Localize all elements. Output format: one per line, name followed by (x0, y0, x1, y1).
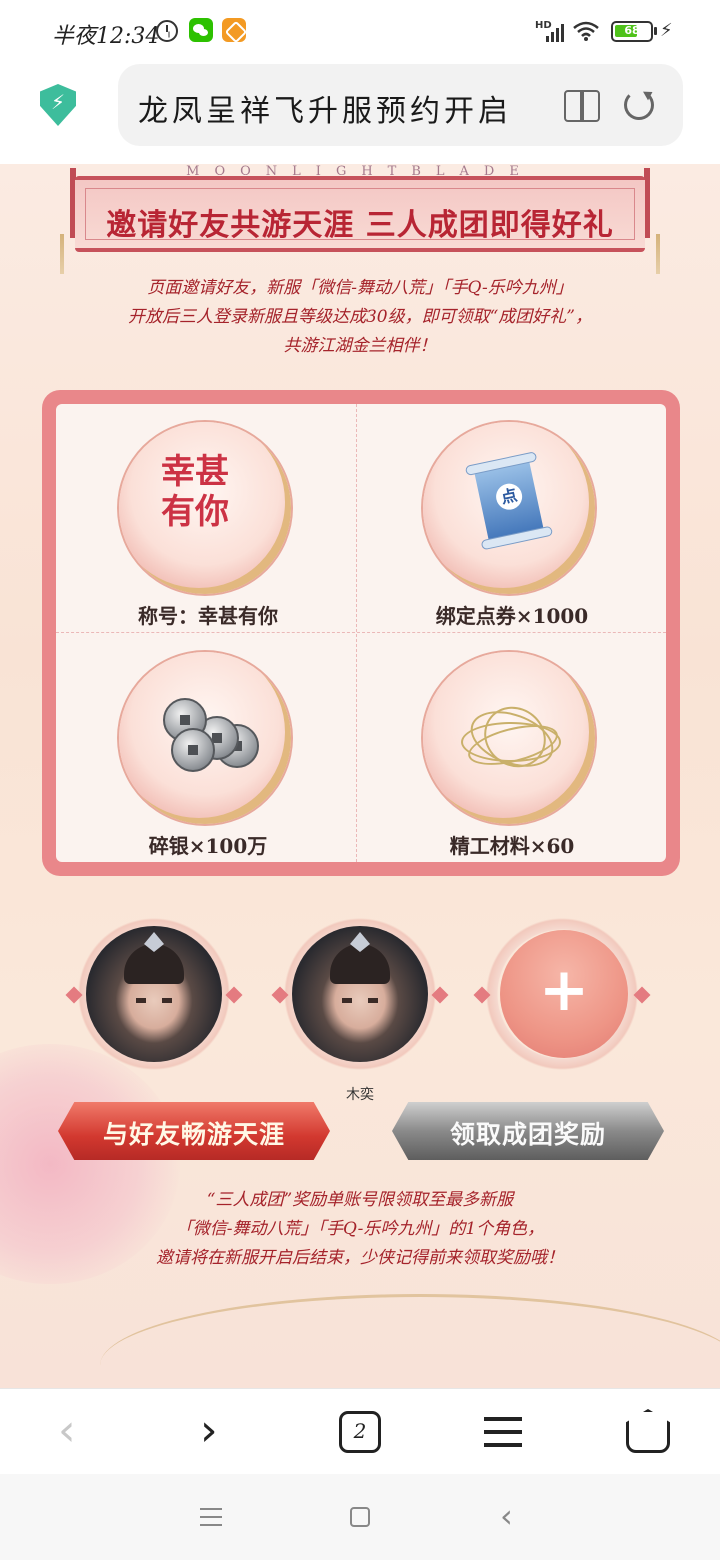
member-name: 木奕 (346, 1087, 374, 1103)
add-member-icon[interactable] (500, 930, 628, 1058)
reward-grid: 幸甚 有你 称号：幸甚有你 点 绑定点券×1000 碎银×100万 精工材料×6… (56, 404, 666, 862)
battery-level: 68 (624, 24, 640, 37)
seal-line: 有你 (161, 492, 229, 532)
clock-time: 半夜12:34 (52, 24, 160, 49)
reader-mode-icon[interactable] (564, 90, 600, 122)
wechat-notification-icon (189, 18, 213, 42)
tabs-button[interactable]: 2 (339, 1411, 381, 1453)
team-slot-1[interactable] (74, 914, 234, 1074)
url-field[interactable]: 龙凤呈祥飞升服预约开启 (118, 64, 683, 146)
reward-title: 幸甚 有你 称号：幸甚有你 (56, 404, 360, 632)
silver-coins-icon (119, 652, 291, 824)
intro-line: 开放后三人登录新服且等级达成30级，即可领取“成团好礼”， (127, 307, 592, 327)
reward-label: 称号：幸甚有你 (138, 604, 278, 628)
browser-address-bar: 龙凤呈祥飞升服预约开启 (0, 64, 720, 164)
wifi-icon (573, 21, 599, 41)
material-rope-icon (423, 652, 595, 824)
tassel-left (60, 234, 64, 274)
banner-title: 邀请好友共游天涯 三人成团即得好礼 (106, 208, 614, 243)
reload-icon[interactable] (624, 90, 654, 120)
seal-text: 幸甚 有你 (161, 452, 251, 562)
coupon-scroll-icon: 点 (423, 422, 595, 594)
claim-button-label: 领取成团奖励 (449, 1120, 606, 1149)
intro-text: 页面邀请好友，新服「微信-舞动八荒」「手Q-乐吟九州」 开放后三人登录新服且等级… (60, 274, 660, 361)
reward-panel: 幸甚 有你 称号：幸甚有你 点 绑定点券×1000 碎银×100万 精工材料×6… (42, 390, 680, 876)
grid-divider-horizontal (56, 632, 666, 633)
forward-icon[interactable]: › (200, 1409, 218, 1453)
status-bar: 半夜12:34 HD 68 ⚡ (0, 0, 720, 64)
page-title[interactable]: 龙凤呈祥飞升服预约开启 (138, 86, 512, 130)
team-slot-2[interactable] (280, 914, 440, 1074)
reward-label: 绑定点券×1000 (435, 604, 589, 628)
scroll-graphic: 点 (464, 451, 554, 551)
browser-toolbar: ‹ › 2 (0, 1388, 720, 1474)
rules-text: “三人成团”奖励单账号限领取至最多新服 「微信-舞动八荒」「手Q-乐吟九州」的1… (80, 1186, 640, 1273)
claim-reward-button[interactable]: 领取成团奖励 (392, 1102, 664, 1160)
avatar (86, 926, 222, 1062)
web-content: MOONLIGHTBLADE 邀请好友共游天涯 三人成团即得好礼 页面邀请好友，… (0, 164, 720, 1388)
alarm-icon (156, 20, 178, 42)
rules-line: 邀请将在新服开启后结束，少侠记得前来领取奖励哦！ (156, 1248, 564, 1268)
title-seal-icon: 幸甚 有你 (119, 422, 291, 594)
battery-icon: 68 (611, 21, 657, 42)
recent-apps-icon[interactable] (200, 1508, 222, 1526)
tassel-right (656, 234, 660, 274)
reward-silver: 碎银×100万 (56, 634, 360, 862)
signal-icon (546, 22, 564, 42)
app-notification-icon (222, 18, 246, 42)
rules-line: 「微信-舞动八荒」「手Q-乐吟九州」的1个角色， (175, 1219, 545, 1239)
reward-label: 精工材料×60 (449, 834, 575, 858)
menu-icon[interactable] (484, 1417, 522, 1447)
rules-line: “三人成团”奖励单账号限领取至最多新服 (206, 1190, 514, 1210)
system-home-icon[interactable] (350, 1507, 370, 1527)
team-slot-3[interactable] (482, 914, 642, 1074)
security-shield-icon[interactable] (40, 84, 76, 126)
back-icon[interactable]: ‹ (58, 1409, 76, 1453)
avatar (292, 926, 428, 1062)
system-back-icon[interactable]: ‹ (500, 1498, 513, 1534)
reward-coupon: 点 绑定点券×1000 (360, 404, 664, 632)
intro-line: 共游江湖金兰相伴！ (283, 336, 437, 356)
system-nav-bar: ‹ (0, 1474, 720, 1560)
charging-icon: ⚡ (660, 20, 673, 41)
home-icon[interactable] (626, 1409, 670, 1453)
reward-label: 碎银×100万 (148, 834, 268, 858)
invite-button-label: 与好友畅游天涯 (102, 1120, 285, 1149)
reward-material: 精工材料×60 (360, 634, 664, 862)
event-banner: 邀请好友共游天涯 三人成团即得好礼 (75, 176, 645, 252)
invite-friends-button[interactable]: 与好友畅游天涯 (58, 1102, 330, 1160)
intro-line: 页面邀请好友，新服「微信-舞动八荒」「手Q-乐吟九州」 (147, 278, 573, 298)
seal-line: 幸甚 (161, 452, 229, 492)
